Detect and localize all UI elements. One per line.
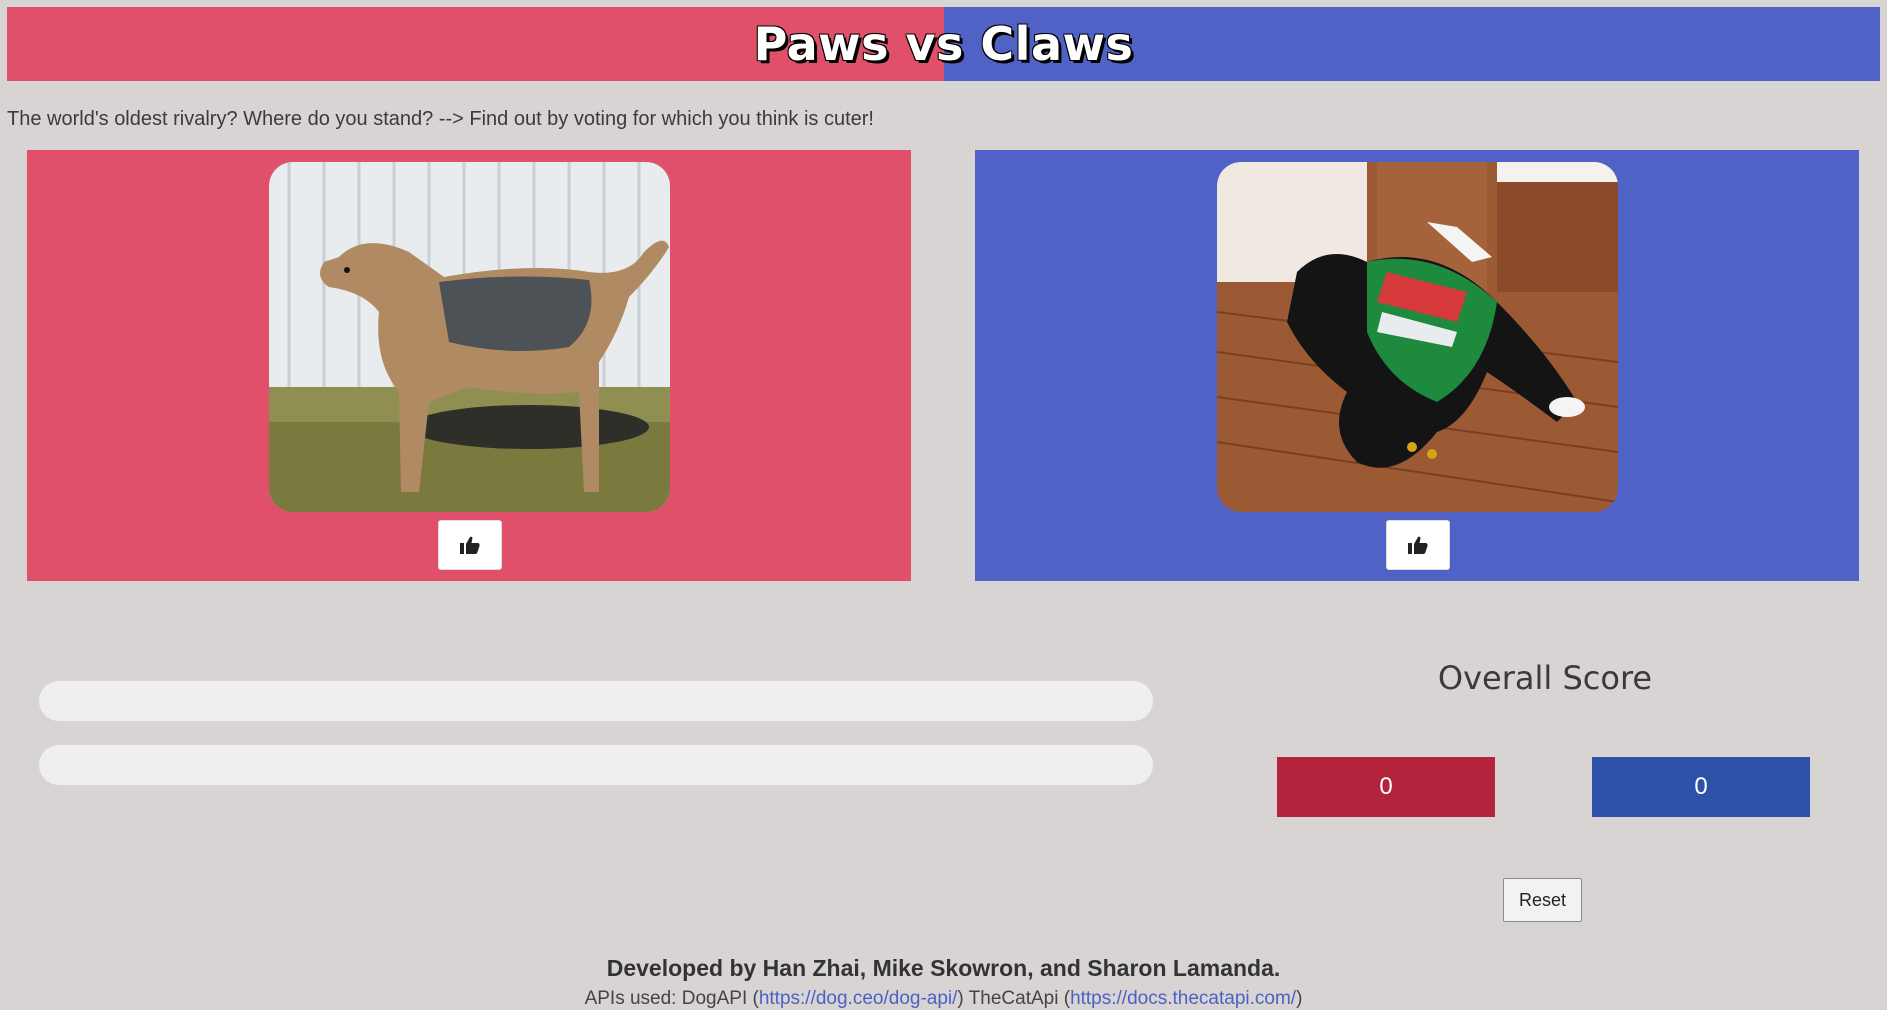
- footer-apis: APIs used: DogAPI (https://dog.ceo/dog-a…: [0, 988, 1887, 1010]
- cat-progress-bar: [39, 745, 1153, 785]
- dog-api-link[interactable]: https://dog.ceo/dog-api/: [759, 988, 958, 1009]
- header-banner: Paws vs Claws: [7, 7, 1880, 81]
- footer-credits: Developed by Han Zhai, Mike Skowron, and…: [606, 955, 1281, 981]
- dog-photo: [269, 162, 670, 512]
- cat-api-link[interactable]: https://docs.thecatapi.com/: [1070, 988, 1296, 1009]
- dog-panel: [27, 150, 911, 581]
- cat-photo: [1217, 162, 1618, 512]
- thumbs-up-icon: [460, 536, 480, 554]
- apis-prefix: APIs used: DogAPI (: [584, 988, 759, 1009]
- cat-score: 0: [1592, 757, 1810, 817]
- thumbs-up-icon: [1408, 536, 1428, 554]
- apis-suffix: ): [1296, 988, 1303, 1009]
- tagline: The world's oldest rivalry? Where do you…: [7, 108, 874, 130]
- overall-score-title: Overall Score: [1437, 659, 1653, 697]
- cat-panel: [975, 150, 1859, 581]
- dog-score: 0: [1277, 757, 1495, 817]
- apis-mid: ) TheCatApi (: [957, 988, 1071, 1009]
- page-title: Paws vs Claws: [753, 17, 1134, 71]
- reset-button[interactable]: Reset: [1503, 878, 1582, 922]
- cat-vote-button[interactable]: [1386, 520, 1450, 570]
- dog-vote-button[interactable]: [438, 520, 502, 570]
- dog-progress-bar: [39, 681, 1153, 721]
